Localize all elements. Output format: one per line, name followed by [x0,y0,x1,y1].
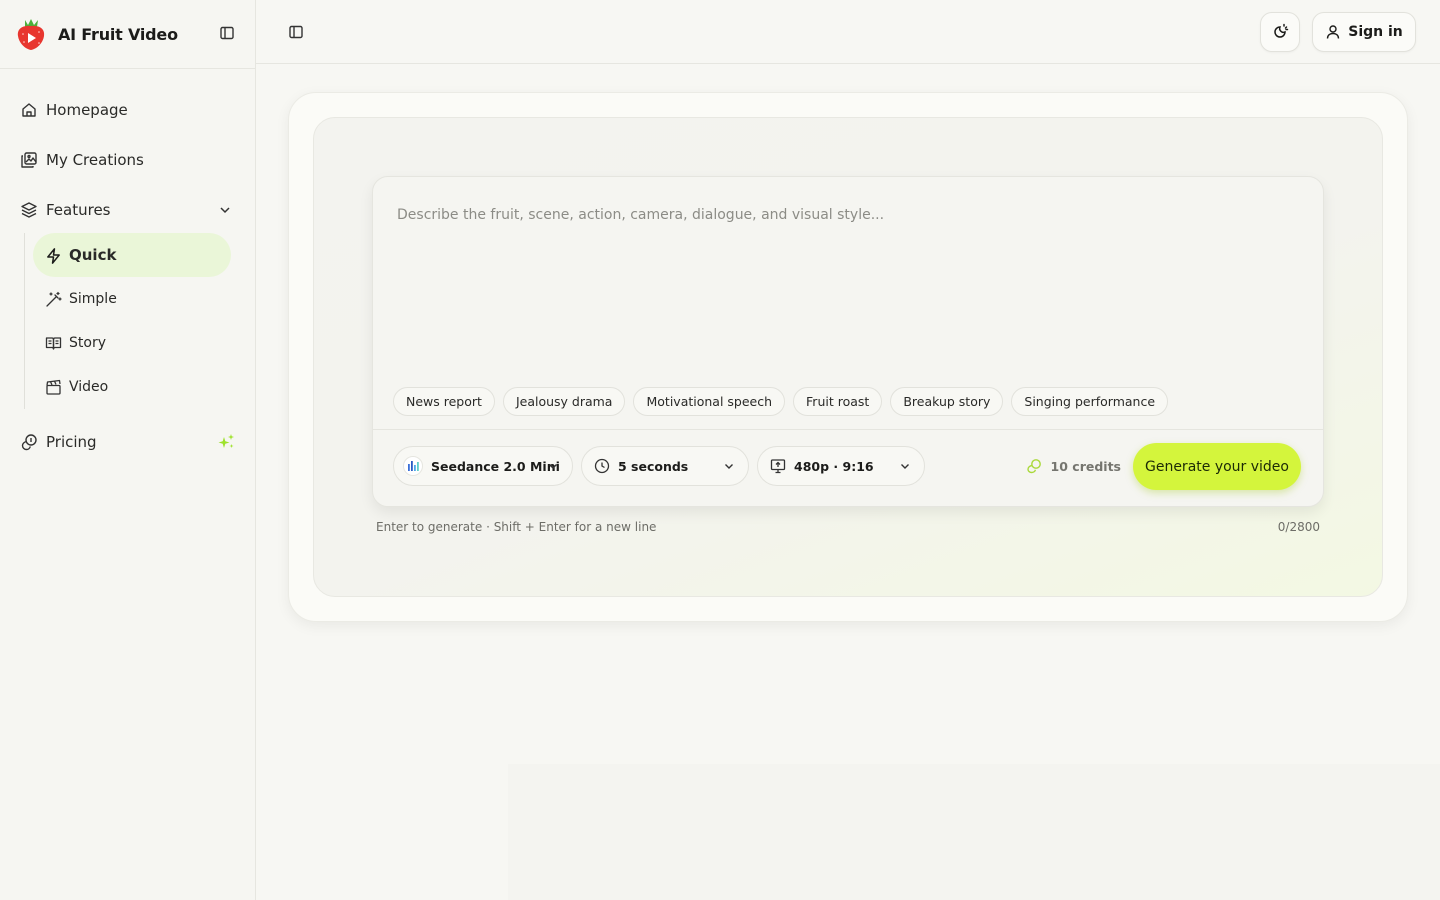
prompt-composer: Describe the fruit, scene, action, camer… [372,176,1324,507]
keyboard-hint: Enter to generate · Shift + Enter for a … [376,520,657,534]
sidebar-item-homepage[interactable]: Homepage [0,91,255,129]
chevron-down-icon [898,459,912,473]
sidebar-item-story[interactable]: Story [33,321,231,365]
sidebar-item-label: Quick [69,246,117,264]
suggestion-chip[interactable]: Jealousy drama [502,387,626,416]
model-select-value: Seedance 2.0 Mini [431,458,560,474]
book-icon [45,335,62,352]
layers-icon [20,201,38,219]
chevron-down-icon[interactable] [217,202,233,218]
sidebar-item-label: My Creations [46,151,144,169]
credits-label: 10 credits [1050,458,1121,474]
sidebar-item-pricing[interactable]: Pricing [0,423,255,461]
monitor-upload-icon [770,458,786,474]
character-counter: 0/2800 [1277,520,1320,534]
generate-video-button[interactable]: Generate your video [1133,443,1301,490]
strawberry-play-logo-icon[interactable] [16,17,46,51]
coins-icon [20,433,38,451]
sidebar-item-my-creations[interactable]: My Creations [0,141,255,179]
suggestion-chip[interactable]: Fruit roast [793,387,883,416]
sidebar-nav: Homepage My Creations Features Quick Sim… [0,69,255,461]
theme-toggle-icon [1271,23,1289,41]
resolution-select-value: 480p · 9:16 [794,458,874,474]
brand-name: AI Fruit Video [58,24,178,44]
sign-in-button[interactable]: Sign in [1312,12,1416,52]
suggestion-chip[interactable]: Breakup story [890,387,1004,416]
generator-panel: Describe the fruit, scene, action, camer… [313,117,1383,597]
sidebar: AI Fruit Video Homepage My Creations Fea… [0,0,256,900]
sparkles-icon [217,433,235,451]
theme-toggle-button[interactable] [1260,12,1300,52]
prompt-suggestions: News report Jealousy drama Motivational … [393,387,1169,416]
generator-card: Describe the fruit, scene, action, camer… [288,92,1408,622]
model-select[interactable]: Seedance 2.0 Mini [393,446,573,486]
user-icon [1325,24,1341,40]
bolt-icon [45,247,62,264]
sidebar-item-features[interactable]: Features [0,191,255,229]
features-subnav: Quick Simple Story Video [24,233,255,409]
prompt-input[interactable]: Describe the fruit, scene, action, camer… [397,207,1297,223]
sidebar-toggle-icon[interactable] [288,24,304,40]
sidebar-item-label: Video [69,379,109,395]
model-bars-icon [403,456,423,476]
suggestion-chip[interactable]: Singing performance [1011,387,1169,416]
sidebar-item-label: Simple [69,291,117,307]
credits-coins-icon [1026,458,1042,474]
suggestion-chip[interactable]: Motivational speech [633,387,786,416]
sidebar-item-label: Story [69,335,106,351]
sidebar-item-simple[interactable]: Simple [33,277,231,321]
chevron-down-icon [546,459,560,473]
sidebar-item-label: Homepage [46,101,128,119]
duration-select-value: 5 seconds [618,458,689,474]
sign-in-label: Sign in [1348,24,1403,40]
brand-header: AI Fruit Video [0,0,255,69]
sidebar-item-video[interactable]: Video [33,365,231,409]
clock-icon [594,458,610,474]
magic-wand-icon [45,291,62,308]
home-icon [20,101,38,119]
credits-indicator: 10 credits [1026,458,1121,474]
background-panel [508,764,1440,900]
resolution-select[interactable]: 480p · 9:16 [757,446,925,486]
composer-toolbar: Seedance 2.0 Mini 5 seconds 480p · 9:16 … [373,429,1323,506]
image-gallery-icon [20,151,38,169]
duration-select[interactable]: 5 seconds [581,446,749,486]
chevron-down-icon [722,459,736,473]
suggestion-chip[interactable]: News report [393,387,495,416]
sidebar-item-label: Pricing [46,433,97,451]
sidebar-item-label: Features [46,201,111,219]
sidebar-item-quick[interactable]: Quick [33,233,231,277]
topbar: Sign in [256,0,1440,64]
sidebar-collapse-icon[interactable] [219,25,235,41]
clapperboard-icon [45,379,62,396]
